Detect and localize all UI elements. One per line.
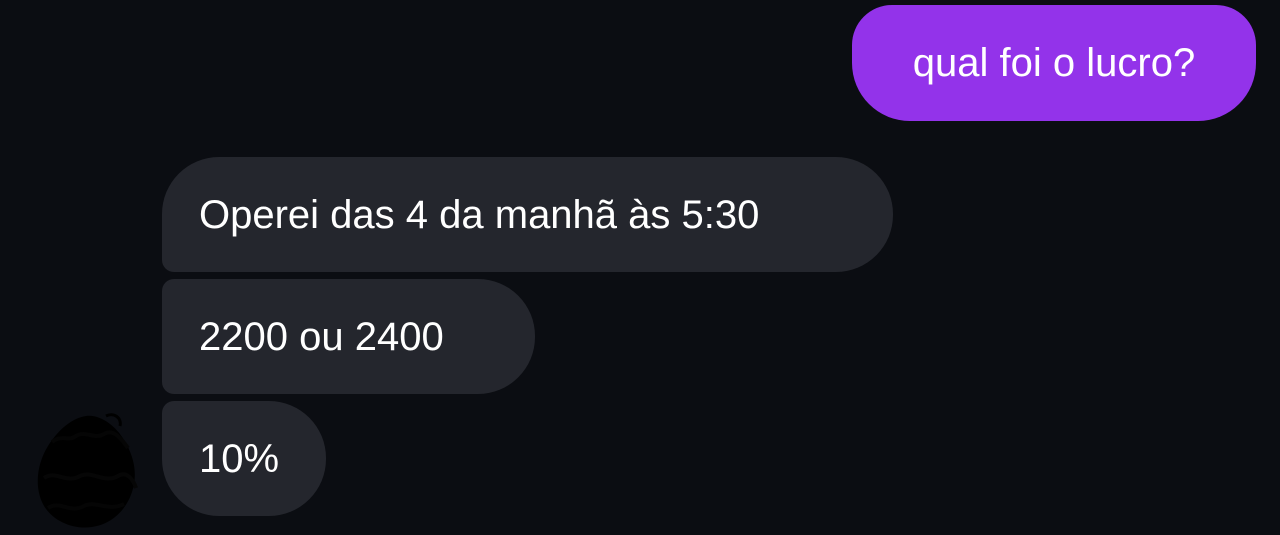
message-text: 10% bbox=[199, 436, 280, 481]
redacted-avatar-icon[interactable] bbox=[34, 412, 140, 530]
message-text: qual foi o lucro? bbox=[912, 41, 1196, 85]
incoming-message-bubble[interactable]: 10% bbox=[162, 401, 326, 516]
outgoing-message-bubble[interactable]: qual foi o lucro? bbox=[852, 5, 1256, 121]
incoming-message-bubble[interactable]: 2200 ou 2400 bbox=[162, 279, 535, 394]
message-text: Operei das 4 da manhã às 5:30 bbox=[199, 192, 760, 237]
incoming-message-bubble[interactable]: Operei das 4 da manhã às 5:30 bbox=[162, 157, 893, 272]
message-text: 2200 ou 2400 bbox=[199, 314, 444, 359]
